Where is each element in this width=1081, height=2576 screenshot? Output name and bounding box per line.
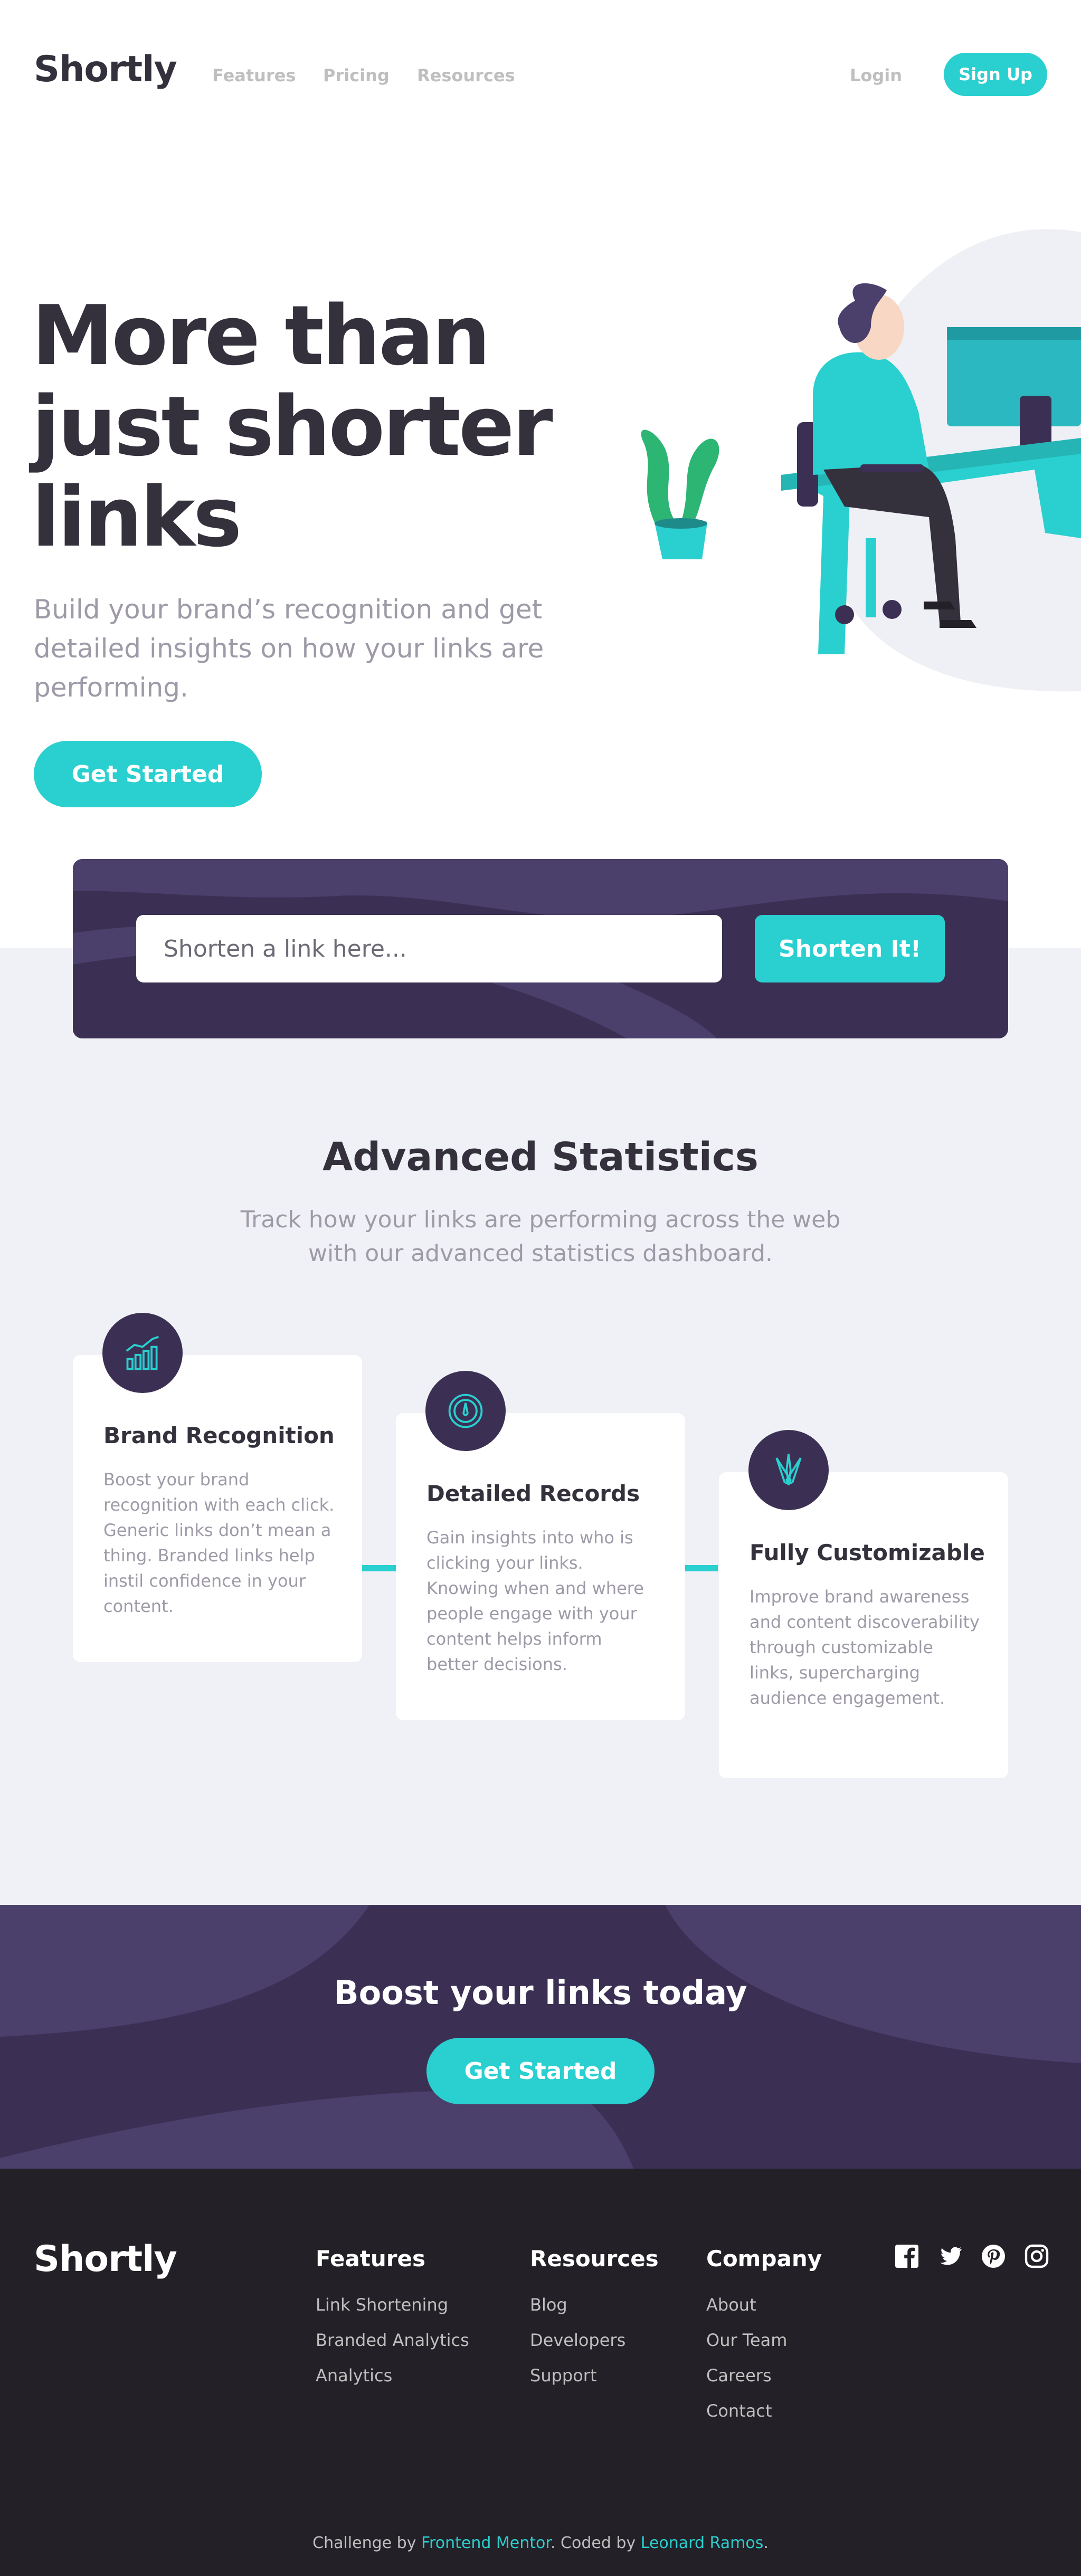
- footer-link[interactable]: Developers: [530, 2330, 659, 2365]
- boost-title: Boost your links today: [334, 1973, 747, 2012]
- feature-card-detailed-records: Detailed Records Gain insights into who …: [396, 1371, 685, 1720]
- hero-get-started-button[interactable]: Get Started: [34, 741, 262, 807]
- footer-link[interactable]: Analytics: [316, 2365, 469, 2401]
- card-text: Gain insights into who is clicking your …: [426, 1528, 644, 1674]
- bar-chart-icon: [102, 1313, 183, 1393]
- hero-title: More than just shorter links: [32, 288, 553, 565]
- social-links: [893, 2243, 1050, 2270]
- pens-icon: [748, 1430, 829, 1510]
- boost-section: Boost your links today Get Started: [0, 1905, 1081, 2169]
- feature-card-fully-customizable: Fully Customizable Improve brand awarene…: [719, 1430, 1008, 1778]
- boost-background-shape: [0, 1905, 1081, 2169]
- footer-column-title: Company: [706, 2246, 822, 2272]
- hero-subtitle: Build your brand’s recognition and get d…: [34, 594, 544, 703]
- statistics-title: Advanced Statistics: [323, 1134, 758, 1180]
- site-header: Shortly Features Pricing Resources Login…: [0, 0, 1081, 150]
- feature-card-brand-recognition: Brand Recognition Boost your brand recog…: [73, 1313, 362, 1662]
- footer-link[interactable]: Contact: [706, 2401, 822, 2436]
- footer-link[interactable]: Branded Analytics: [316, 2330, 469, 2365]
- footer-resources-column: Resources Blog Developers Support: [530, 2246, 659, 2401]
- shorten-button[interactable]: Shorten It!: [755, 915, 945, 982]
- card-text: Boost your brand recognition with each c…: [103, 1470, 335, 1616]
- card-title: Fully Customizable: [750, 1540, 985, 1566]
- login-link[interactable]: Login: [850, 65, 902, 85]
- footer-column-title: Features: [316, 2246, 425, 2272]
- attribution-middle: . Coded by: [550, 2534, 641, 2552]
- attribution-suffix: .: [763, 2534, 769, 2552]
- shorten-link-input[interactable]: [136, 915, 722, 982]
- footer-column-title: Resources: [530, 2246, 659, 2272]
- attribution-prefix: Challenge by: [312, 2534, 421, 2552]
- footer-features-column: Features Link Shortening Branded Analyti…: [316, 2246, 469, 2401]
- author-link[interactable]: Leonard Ramos: [641, 2534, 764, 2552]
- facebook-icon[interactable]: [893, 2243, 921, 2270]
- site-footer: Shortly Features Link Shortening Branded…: [0, 2169, 1081, 2576]
- footer-link[interactable]: Careers: [706, 2365, 822, 2401]
- card-title: Detailed Records: [426, 1481, 640, 1506]
- boost-get-started-button[interactable]: Get Started: [426, 2038, 655, 2104]
- nav-features-link[interactable]: Features: [212, 65, 296, 85]
- instagram-icon[interactable]: [1023, 2243, 1050, 2270]
- nav-resources-link[interactable]: Resources: [417, 65, 515, 85]
- frontend-mentor-link[interactable]: Frontend Mentor: [421, 2534, 551, 2552]
- gauge-icon: [425, 1371, 506, 1451]
- card-text: Improve brand awareness and content disc…: [750, 1587, 980, 1708]
- card-title: Brand Recognition: [103, 1423, 335, 1448]
- attribution: Challenge by Frontend Mentor. Coded by L…: [0, 2534, 1081, 2552]
- footer-link[interactable]: About: [706, 2295, 822, 2330]
- footer-link[interactable]: Blog: [530, 2295, 659, 2330]
- shorten-form: Shorten It!: [73, 859, 1008, 1038]
- footer-link[interactable]: Support: [530, 2365, 659, 2401]
- footer-logo[interactable]: Shortly: [34, 2238, 177, 2280]
- statistics-subtitle: Track how your links are performing acro…: [240, 1206, 841, 1267]
- footer-company-column: Company About Our Team Careers Contact: [706, 2246, 822, 2436]
- logo[interactable]: Shortly: [34, 49, 177, 90]
- twitter-icon[interactable]: [936, 2243, 964, 2270]
- footer-link[interactable]: Our Team: [706, 2330, 822, 2365]
- footer-link[interactable]: Link Shortening: [316, 2295, 469, 2330]
- signup-button[interactable]: Sign Up: [944, 53, 1047, 96]
- nav-pricing-link[interactable]: Pricing: [323, 65, 390, 85]
- pinterest-icon[interactable]: [980, 2243, 1007, 2270]
- working-illustration: [641, 229, 1081, 692]
